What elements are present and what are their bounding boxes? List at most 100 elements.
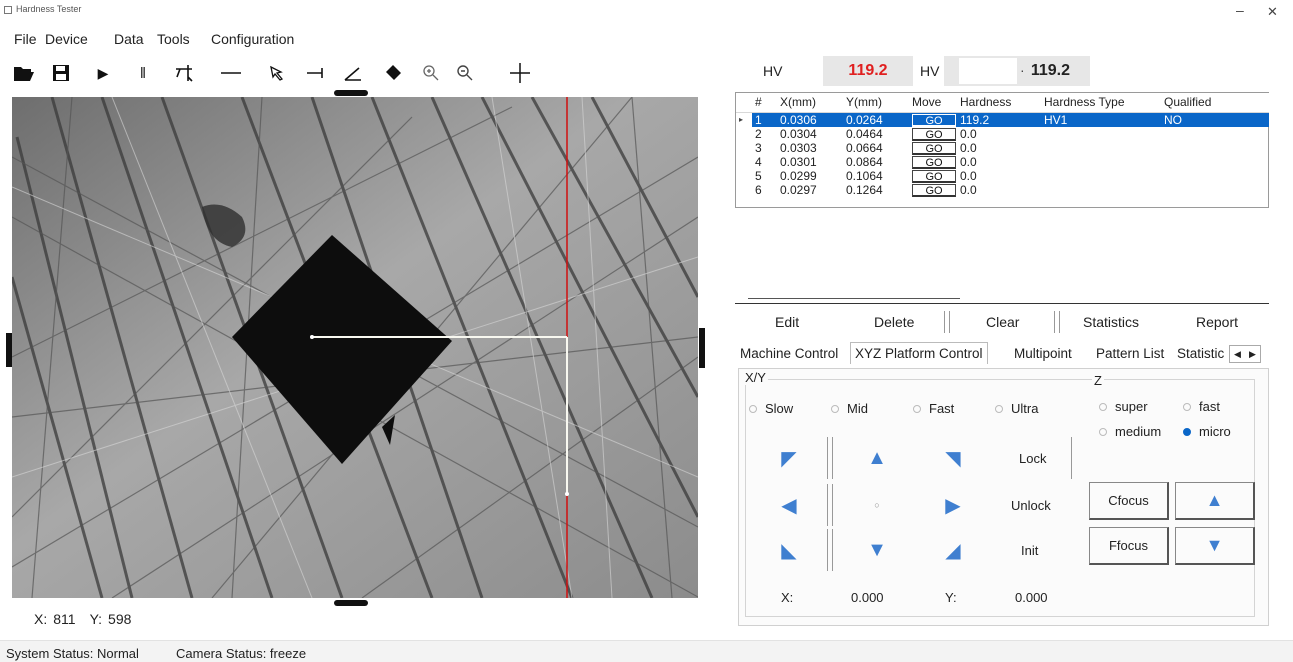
line-icon[interactable]: [216, 60, 246, 86]
tab-pattern-list[interactable]: Pattern List: [1096, 346, 1164, 361]
title-bar: Hardness Tester – ✕: [0, 0, 1293, 26]
minimize-button[interactable]: –: [1236, 2, 1244, 18]
measure-icon[interactable]: [170, 60, 200, 86]
play-icon[interactable]: ▶: [88, 60, 118, 86]
zoom-out-icon[interactable]: [450, 60, 480, 86]
table-row[interactable]: 4 0.0301 0.0864 GO 0.0: [736, 155, 1269, 169]
viewport-top-handle[interactable]: [334, 90, 368, 96]
z-down-icon[interactable]: ▼: [1175, 527, 1255, 565]
table-row[interactable]: 2 0.0304 0.0464 GO 0.0: [736, 127, 1269, 141]
menu-configuration[interactable]: Configuration: [211, 31, 294, 47]
edit-button[interactable]: Edit: [775, 314, 799, 330]
close-button[interactable]: ✕: [1267, 4, 1278, 20]
go-button[interactable]: GO: [912, 141, 956, 155]
tab-scroll-right-icon[interactable]: ▶: [1245, 346, 1260, 362]
center-icon[interactable]: ○: [859, 490, 895, 520]
eraser-icon[interactable]: [378, 60, 408, 86]
go-button[interactable]: GO: [912, 155, 956, 169]
go-button[interactable]: GO: [912, 183, 956, 197]
angle-icon[interactable]: [338, 60, 368, 86]
hardness-input[interactable]: [959, 58, 1017, 84]
speed-fast-radio[interactable]: Fast: [913, 401, 954, 416]
cell-index: 4: [755, 154, 762, 169]
zoom-in-icon[interactable]: [416, 60, 446, 86]
table-row[interactable]: 3 0.0303 0.0664 GO 0.0: [736, 141, 1269, 155]
cfocus-button[interactable]: Cfocus: [1089, 482, 1169, 520]
speed-mid-radio[interactable]: Mid: [831, 401, 868, 416]
open-folder-icon[interactable]: [9, 60, 39, 86]
col-header-index[interactable]: #: [752, 93, 777, 113]
status-bar: System Status: Normal Camera Status: fre…: [0, 640, 1293, 662]
statistics-button[interactable]: Statistics: [1083, 314, 1139, 330]
viewport-bottom-handle[interactable]: [334, 600, 368, 606]
divider: [944, 311, 950, 333]
report-button[interactable]: Report: [1196, 314, 1238, 330]
tab-multipoint[interactable]: Multipoint: [1014, 346, 1072, 361]
table-row[interactable]: 5 0.0299 0.1064 GO 0.0: [736, 169, 1269, 183]
lock-button[interactable]: Lock: [1019, 451, 1046, 466]
menu-file[interactable]: File: [14, 31, 37, 47]
splitter-handle[interactable]: [748, 298, 960, 299]
speed-slow-radio[interactable]: Slow: [749, 401, 793, 416]
menu-device[interactable]: Device: [45, 31, 88, 47]
hardness-value-primary: 119.2: [823, 56, 913, 86]
z-speed-medium-radio[interactable]: medium: [1099, 424, 1161, 439]
move-right-icon[interactable]: ▶: [935, 490, 971, 520]
col-header-hardness-type[interactable]: Hardness Type: [1041, 93, 1161, 113]
move-up-left-icon[interactable]: ◤: [771, 443, 807, 473]
go-button[interactable]: GO: [912, 169, 956, 183]
col-header-x[interactable]: X(mm): [777, 93, 843, 113]
move-down-left-icon[interactable]: ◣: [771, 535, 807, 565]
menu-data[interactable]: Data: [114, 31, 144, 47]
x-position-value: 0.000: [851, 590, 884, 605]
col-header-y[interactable]: Y(mm): [843, 93, 909, 113]
move-down-right-icon[interactable]: ◢: [935, 535, 971, 565]
cell-y: 0.1264: [846, 182, 883, 197]
xyz-platform-panel: X/Y Z Slow Mid Fast Ultra super fast med…: [738, 368, 1269, 626]
z-up-icon[interactable]: ▲: [1175, 482, 1255, 520]
cursor-coordinates: X: 811 Y: 598: [34, 611, 137, 627]
speed-ultra-radio[interactable]: Ultra: [995, 401, 1038, 416]
move-up-right-icon[interactable]: ◥: [935, 443, 971, 473]
menu-bar: File Device Data Tools Configuration: [0, 28, 1293, 50]
z-speed-fast-radio[interactable]: fast: [1183, 399, 1220, 414]
select-arrow-icon[interactable]: [262, 60, 292, 86]
tab-scroll-left-icon[interactable]: ◀: [1230, 346, 1245, 362]
xy-group-label: X/Y: [743, 370, 768, 385]
table-row[interactable]: ▸ 1 0.0306 0.0264 GO 119.2 HV1 NO: [736, 112, 1269, 127]
menu-tools[interactable]: Tools: [157, 31, 190, 47]
z-speed-super-label: super: [1115, 399, 1148, 414]
col-header-qualified[interactable]: Qualified: [1161, 93, 1269, 113]
tab-xyz-platform-control[interactable]: XYZ Platform Control: [850, 342, 988, 364]
pause-icon[interactable]: ‖: [128, 60, 158, 86]
results-table[interactable]: # X(mm) Y(mm) Move Hardness Hardness Typ…: [735, 92, 1269, 208]
go-button[interactable]: GO: [912, 113, 956, 127]
table-row[interactable]: 6 0.0297 0.1264 GO 0.0: [736, 183, 1269, 197]
cell-hardness: 0.0: [960, 140, 977, 155]
init-button[interactable]: Init: [1021, 543, 1038, 558]
camera-viewport[interactable]: [12, 97, 698, 598]
clear-button[interactable]: Clear: [986, 314, 1019, 330]
delete-button[interactable]: Delete: [874, 314, 914, 330]
horizontal-measure-icon[interactable]: [300, 60, 330, 86]
col-header-move[interactable]: Move: [909, 93, 957, 113]
col-header-hardness[interactable]: Hardness: [957, 93, 1041, 113]
cell-qualified: NO: [1161, 112, 1269, 127]
move-up-icon[interactable]: ▲: [859, 443, 895, 473]
unlock-button[interactable]: Unlock: [1011, 498, 1051, 513]
cell-hardness: 0.0: [960, 154, 977, 169]
z-speed-super-radio[interactable]: super: [1099, 399, 1148, 414]
go-button[interactable]: GO: [912, 127, 956, 141]
cell-index: 5: [755, 168, 762, 183]
cell-hardness-type: [1041, 141, 1161, 155]
viewport-left-handle[interactable]: [6, 333, 12, 367]
move-down-icon[interactable]: ▼: [859, 535, 895, 565]
tab-statistic[interactable]: Statistic: [1177, 346, 1227, 361]
tab-machine-control[interactable]: Machine Control: [740, 346, 838, 361]
move-left-icon[interactable]: ◀: [771, 490, 807, 520]
z-speed-micro-radio[interactable]: micro: [1183, 424, 1231, 439]
save-icon[interactable]: [46, 60, 76, 86]
crosshair-icon[interactable]: [505, 60, 535, 86]
viewport-right-handle[interactable]: [699, 328, 705, 368]
ffocus-button[interactable]: Ffocus: [1089, 527, 1169, 565]
